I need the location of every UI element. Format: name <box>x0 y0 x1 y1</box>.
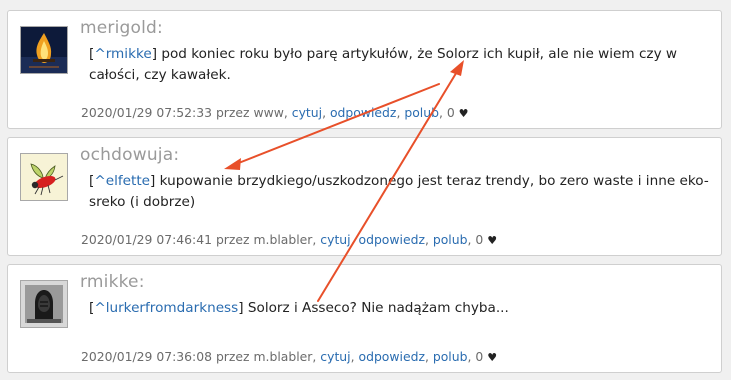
heart-icon: ♥ <box>458 107 469 120</box>
like-link[interactable]: polub <box>433 232 468 247</box>
comment-meta: 2020/01/29 07:46:41 przez m.blabler, cyt… <box>81 232 498 247</box>
comment-body: Solorz i Asseco? Nie nadążam chyba... <box>243 300 509 316</box>
comment-body: pod koniec roku było parę artykułów, że … <box>89 46 678 83</box>
avatar[interactable] <box>20 26 68 74</box>
comment-author[interactable]: ochdowuja: <box>80 145 179 165</box>
like-count: 0 <box>446 105 455 120</box>
cite-link[interactable]: cytuj <box>320 349 350 364</box>
mention-link[interactable]: ^lurkerfromdarkness <box>94 300 238 316</box>
meta-timestamp: 2020/01/29 07:36:08 przez m.blabler, <box>81 349 317 364</box>
meta-timestamp: 2020/01/29 07:46:41 przez m.blabler, <box>81 232 317 247</box>
mention-link[interactable]: ^rmikke <box>94 46 151 62</box>
reply-link[interactable]: odpowiedz <box>359 349 425 364</box>
reply-link[interactable]: odpowiedz <box>359 232 425 247</box>
like-count: 0 <box>475 232 484 247</box>
comment-text: [^lurkerfromdarkness] Solorz i Asseco? N… <box>89 300 509 316</box>
cite-link[interactable]: cytuj <box>320 232 350 247</box>
comment-card: ochdowuja: [^elfette] kupowanie brzydkie… <box>7 137 722 256</box>
comment-text: [^elfette] kupowanie brzydkiego/uszkodzo… <box>89 173 709 210</box>
like-link[interactable]: polub <box>433 349 468 364</box>
comment-body: kupowanie brzydkiego/uszkodzonego jest t… <box>89 173 709 210</box>
comment-text: [^rmikke] pod koniec roku było parę arty… <box>89 46 678 83</box>
like-link[interactable]: polub <box>404 105 439 120</box>
avatar-fire-image <box>21 27 67 73</box>
mention-link[interactable]: ^elfette <box>94 173 150 189</box>
comment-meta: 2020/01/29 07:36:08 przez m.blabler, cyt… <box>81 349 498 364</box>
comment-meta: 2020/01/29 07:52:33 przez www, cytuj, od… <box>81 105 469 120</box>
comment-author[interactable]: rmikke: <box>80 272 145 292</box>
avatar[interactable] <box>20 153 68 201</box>
heart-icon: ♥ <box>487 351 498 364</box>
meta-timestamp: 2020/01/29 07:52:33 przez www, <box>81 105 288 120</box>
comment-card: merigold: [^rmikke] pod koniec roku było… <box>7 10 722 129</box>
avatar-statue-image <box>21 281 67 327</box>
avatar[interactable] <box>20 280 68 328</box>
reply-link[interactable]: odpowiedz <box>330 105 396 120</box>
heart-icon: ♥ <box>487 234 498 247</box>
like-count: 0 <box>475 349 484 364</box>
comment-card: rmikke: [^lurkerfromdarkness] Solorz i A… <box>7 264 722 373</box>
avatar-insect-image <box>21 154 67 200</box>
cite-link[interactable]: cytuj <box>292 105 322 120</box>
comment-author[interactable]: merigold: <box>80 18 163 38</box>
